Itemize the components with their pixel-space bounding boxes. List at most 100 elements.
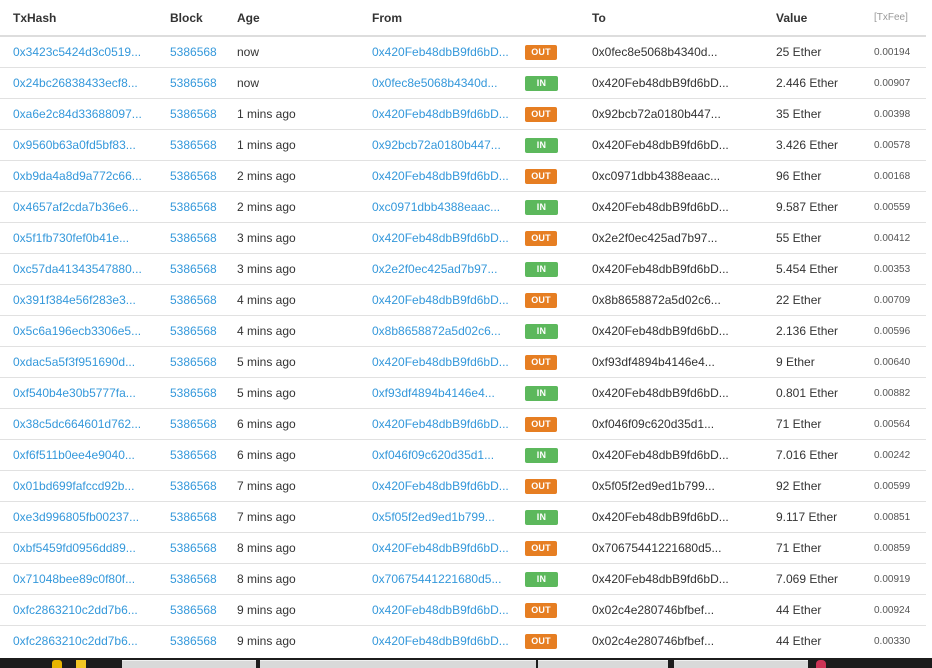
from-address-link[interactable]: 0x420Feb48dbB9fd6bD... [372,293,509,307]
block-link[interactable]: 5386568 [170,169,217,183]
from-address-link[interactable]: 0x92bcb72a0180b447... [372,138,501,152]
direction-cell: OUT [525,470,579,502]
block-link[interactable]: 5386568 [170,293,217,307]
txhash-link[interactable]: 0xa6e2c84d33688097... [13,107,142,121]
block-link[interactable]: 5386568 [170,262,217,276]
from-address-link[interactable]: 0x420Feb48dbB9fd6bD... [372,634,509,648]
block-link[interactable]: 5386568 [170,479,217,493]
from-address-link[interactable]: 0xc0971dbb4388eaac... [372,200,500,214]
txhash-link[interactable]: 0x71048bee89c0f80f... [13,572,135,586]
header-direction [525,0,579,37]
from-address-link[interactable]: 0x420Feb48dbB9fd6bD... [372,479,509,493]
block-link[interactable]: 5386568 [170,386,217,400]
taskbar-window-button[interactable] [122,660,256,668]
from-address-link[interactable]: 0x420Feb48dbB9fd6bD... [372,603,509,617]
from-cell: 0x420Feb48dbB9fd6bD... [359,408,525,440]
from-cell: 0x420Feb48dbB9fd6bD... [359,284,525,316]
age-text: 7 mins ago [224,501,359,533]
to-address-text: 0x420Feb48dbB9fd6bD... [579,377,763,409]
block-link[interactable]: 5386568 [170,107,217,121]
block-link[interactable]: 5386568 [170,417,217,431]
header-value[interactable]: Value [763,0,861,37]
direction-cell: OUT [525,625,579,656]
block-link[interactable]: 5386568 [170,45,217,59]
tray-icon[interactable] [816,660,826,668]
from-address-link[interactable]: 0x420Feb48dbB9fd6bD... [372,107,509,121]
header-to[interactable]: To [579,0,763,37]
header-block[interactable]: Block [157,0,224,37]
txhash-link[interactable]: 0xb9da4a8d9a772c66... [13,169,142,183]
txfee-text: 0.00882 [861,377,926,409]
txhash-cell: 0x24bc26838433ecf8... [0,67,157,99]
from-address-link[interactable]: 0xf93df4894b4146e4... [372,386,495,400]
from-address-link[interactable]: 0xf046f09c620d35d1... [372,448,494,462]
direction-badge: OUT [525,479,557,494]
header-txfee[interactable]: [TxFee] [861,0,926,37]
txhash-link[interactable]: 0x38c5dc664601d762... [13,417,141,431]
from-cell: 0x5f05f2ed9ed1b799... [359,501,525,533]
to-address-text: 0x420Feb48dbB9fd6bD... [579,67,763,99]
from-address-link[interactable]: 0x420Feb48dbB9fd6bD... [372,541,509,555]
table-row: 0x391f384e56f283e3... 5386568 4 mins ago 0x… [0,284,926,316]
txhash-link[interactable]: 0xc57da41343547880... [13,262,142,276]
from-address-link[interactable]: 0x5f05f2ed9ed1b799... [372,510,495,524]
txhash-link[interactable]: 0x4657af2cda7b36e6... [13,200,138,214]
txhash-cell: 0x5f1fb730fef0b41e... [0,222,157,254]
direction-cell: IN [525,439,579,471]
txhash-link[interactable]: 0x9560b63a0fd5bf83... [13,138,136,152]
txhash-link[interactable]: 0xf6f511b0ee4e9040... [13,448,135,462]
taskbar-window-button[interactable] [674,660,808,668]
block-link[interactable]: 5386568 [170,510,217,524]
block-cell: 5386568 [157,129,224,161]
block-link[interactable]: 5386568 [170,324,217,338]
from-address-link[interactable]: 0x2e2f0ec425ad7b97... [372,262,497,276]
header-txhash[interactable]: TxHash [0,0,157,37]
from-cell: 0x8b8658872a5d02c6... [359,315,525,347]
to-address-text: 0x420Feb48dbB9fd6bD... [579,563,763,595]
header-from[interactable]: From [359,0,525,37]
txhash-cell: 0xf6f511b0ee4e9040... [0,439,157,471]
txhash-link[interactable]: 0x391f384e56f283e3... [13,293,136,307]
from-address-link[interactable]: 0x420Feb48dbB9fd6bD... [372,355,509,369]
from-address-link[interactable]: 0x420Feb48dbB9fd6bD... [372,417,509,431]
txhash-link[interactable]: 0xf540b4e30b5777fa... [13,386,136,400]
txhash-link[interactable]: 0x5f1fb730fef0b41e... [13,231,129,245]
from-address-link[interactable]: 0x420Feb48dbB9fd6bD... [372,45,509,59]
txhash-link[interactable]: 0xdac5a5f3f951690d... [13,355,135,369]
block-link[interactable]: 5386568 [170,200,217,214]
start-orb-icon[interactable] [52,660,62,668]
header-age[interactable]: Age [224,0,359,37]
txhash-link[interactable]: 0x3423c5424d3c0519... [13,45,141,59]
txhash-link[interactable]: 0x24bc26838433ecf8... [13,76,138,90]
txhash-link[interactable]: 0xfc2863210c2dd7b6... [13,634,138,648]
block-link[interactable]: 5386568 [170,448,217,462]
from-address-link[interactable]: 0x8b8658872a5d02c6... [372,324,501,338]
from-cell: 0x420Feb48dbB9fd6bD... [359,532,525,564]
taskbar-window-button[interactable] [538,660,668,668]
from-address-link[interactable]: 0x420Feb48dbB9fd6bD... [372,169,509,183]
taskbar-window-button[interactable] [260,660,536,668]
block-link[interactable]: 5386568 [170,231,217,245]
block-link[interactable]: 5386568 [170,138,217,152]
os-taskbar [0,658,932,668]
txhash-link[interactable]: 0x01bd699fafccd92b... [13,479,134,493]
from-cell: 0x2e2f0ec425ad7b97... [359,253,525,285]
txhash-link[interactable]: 0xfc2863210c2dd7b6... [13,603,138,617]
to-address-text: 0x70675441221680d5... [579,532,763,564]
block-link[interactable]: 5386568 [170,76,217,90]
block-link[interactable]: 5386568 [170,541,217,555]
block-cell: 5386568 [157,377,224,409]
block-link[interactable]: 5386568 [170,603,217,617]
txhash-link[interactable]: 0x5c6a196ecb3306e5... [13,324,141,338]
from-address-link[interactable]: 0x0fec8e5068b4340d... [372,76,497,90]
txhash-link[interactable]: 0xbf5459fd0956dd89... [13,541,136,555]
block-link[interactable]: 5386568 [170,572,217,586]
block-link[interactable]: 5386568 [170,355,217,369]
folder-icon[interactable] [76,660,86,668]
block-link[interactable]: 5386568 [170,634,217,648]
from-address-link[interactable]: 0x420Feb48dbB9fd6bD... [372,231,509,245]
from-address-link[interactable]: 0x70675441221680d5... [372,572,501,586]
block-cell: 5386568 [157,284,224,316]
txhash-link[interactable]: 0xe3d996805fb00237... [13,510,139,524]
table-body: 0x3423c5424d3c0519... 5386568 now 0x420Feb4… [0,35,926,656]
